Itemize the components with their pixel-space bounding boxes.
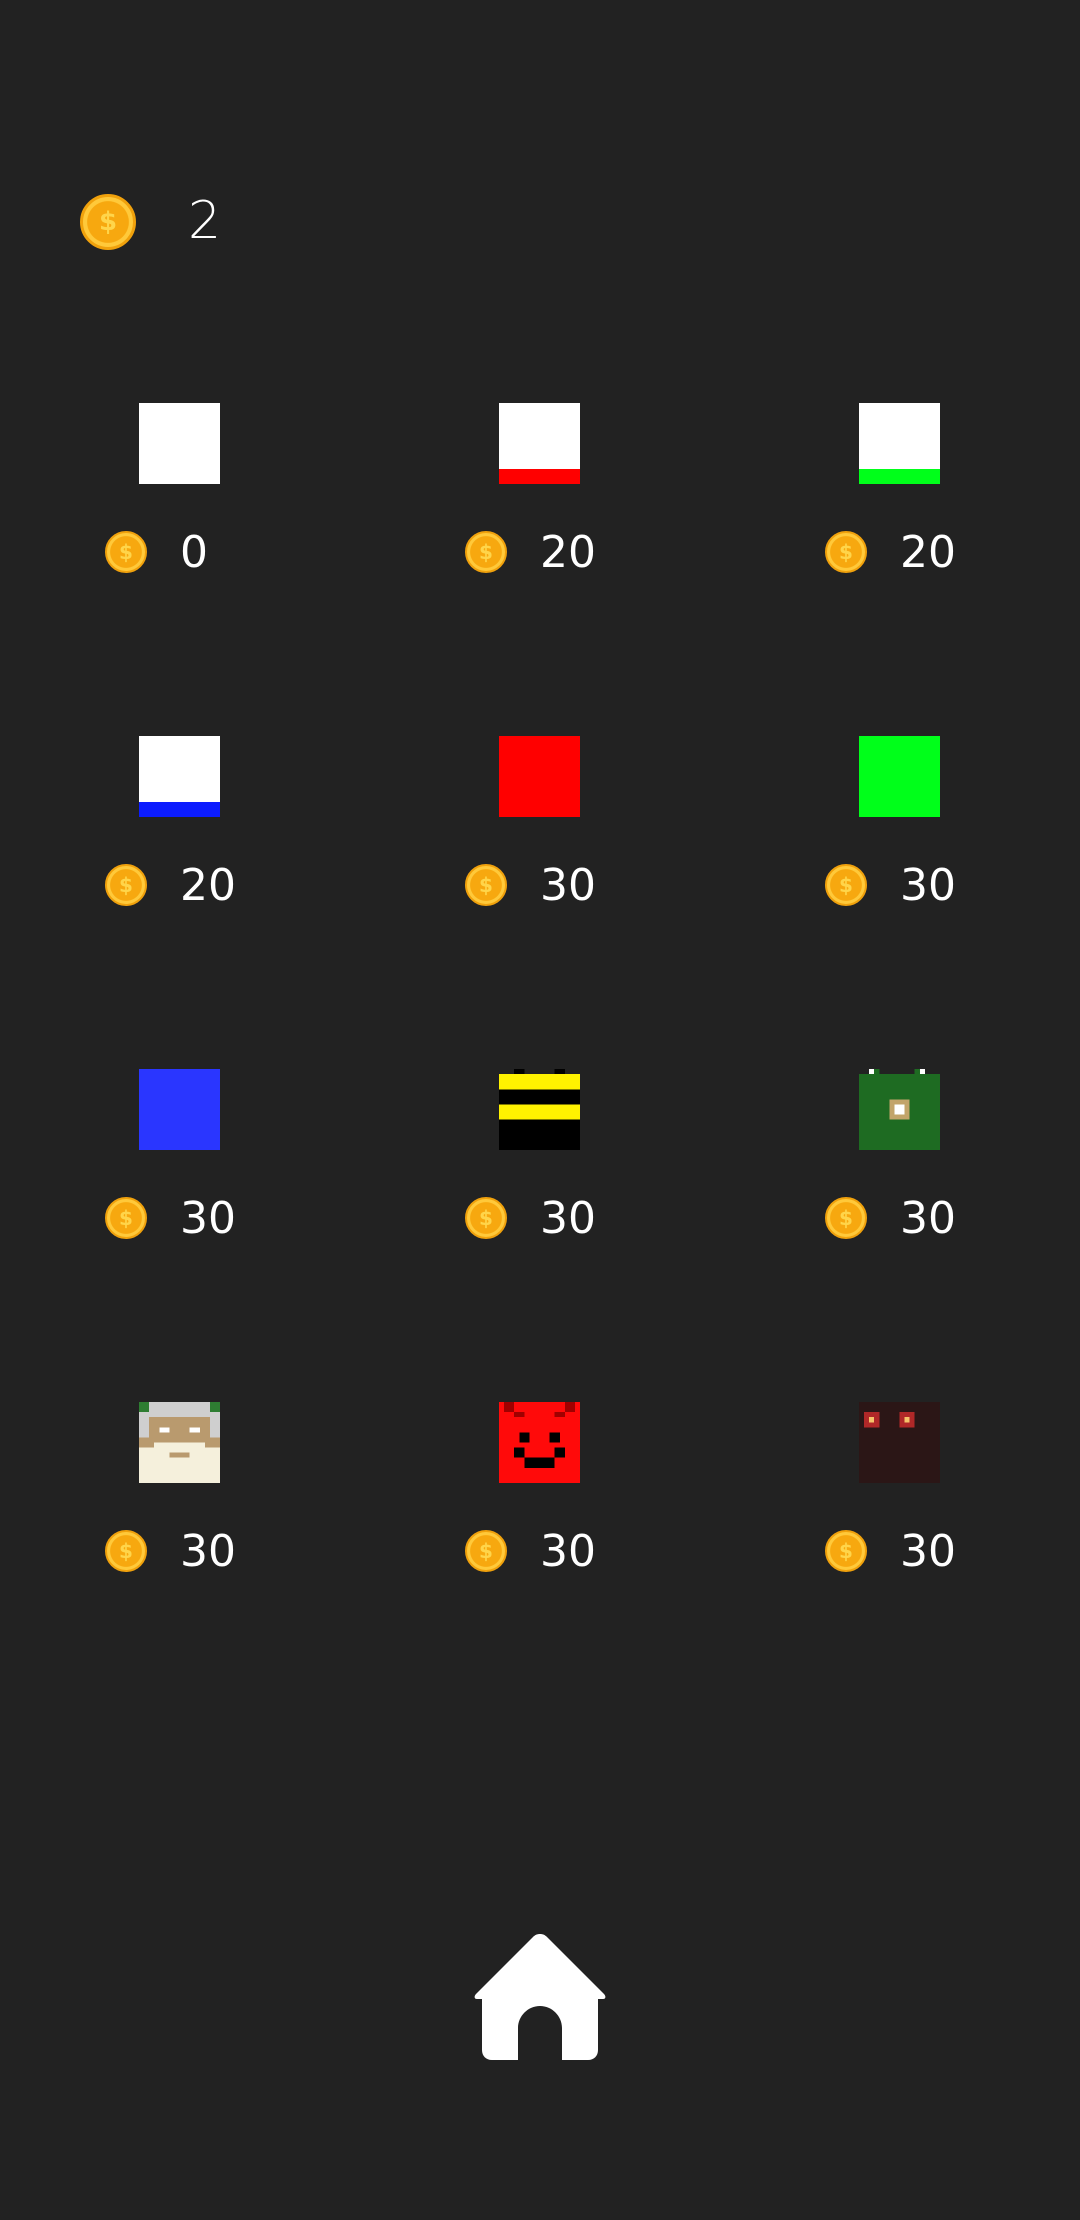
skins-grid: $ 0 $ 20 $ 20 $ 20 $ 30 $ 30 $ 30 $ 30 $… <box>0 0 1080 1600</box>
shop-screen: $ 2 $ 0 $ 20 $ 20 $ 20 $ 30 $ 30 $ 30 $ … <box>0 0 1080 2220</box>
shop-item[interactable]: $ 30 <box>720 333 1080 911</box>
price-value: 30 <box>900 1526 956 1577</box>
price-tag: $ 30 <box>105 1526 305 1577</box>
shop-item[interactable]: $ 30 <box>360 999 720 1577</box>
shop-item[interactable]: $ 30 <box>360 666 720 1244</box>
shop-item[interactable]: $ 0 <box>0 0 360 578</box>
old-man-face-skin <box>139 1402 220 1483</box>
coin-icon: $ <box>465 1530 507 1572</box>
price-value: 30 <box>180 1526 236 1577</box>
shop-item[interactable]: $ 30 <box>360 333 720 911</box>
shop-item[interactable]: $ 30 <box>0 999 360 1577</box>
home-icon <box>474 1934 606 2060</box>
shop-item[interactable]: $ 30 <box>0 666 360 1244</box>
shop-item[interactable]: $ 20 <box>0 333 360 911</box>
shop-item[interactable]: $ 20 <box>360 0 720 578</box>
price-value: 30 <box>540 1526 596 1577</box>
devil-face-skin <box>499 1402 580 1483</box>
shop-item[interactable]: $ 30 <box>720 666 1080 1244</box>
shadow-face-skin <box>859 1402 940 1483</box>
coin-icon: $ <box>825 1530 867 1572</box>
shop-item[interactable]: $ 20 <box>720 0 1080 578</box>
price-tag: $ 30 <box>825 1526 1025 1577</box>
price-tag: $ 30 <box>465 1526 665 1577</box>
coin-icon: $ <box>105 1530 147 1572</box>
home-button[interactable] <box>470 1930 610 2062</box>
shop-item[interactable]: $ 30 <box>720 999 1080 1577</box>
